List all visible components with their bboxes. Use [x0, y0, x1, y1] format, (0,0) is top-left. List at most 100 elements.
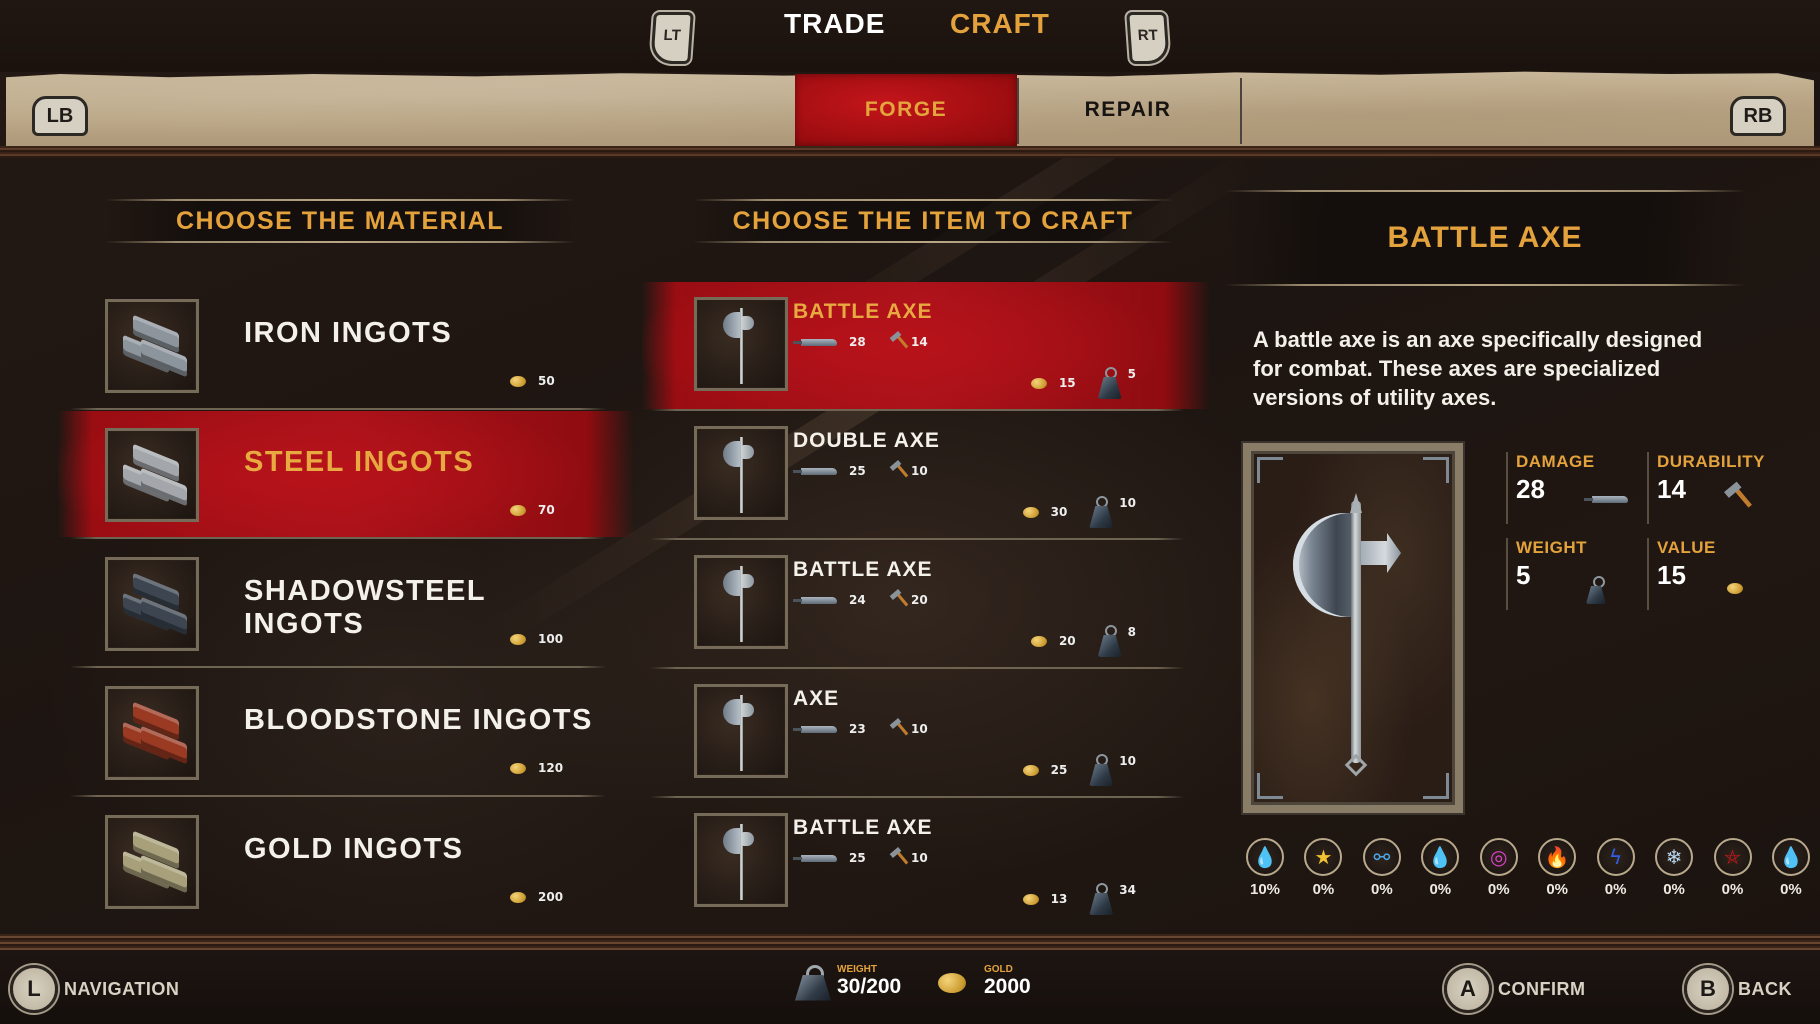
tab-trade[interactable]: TRADE: [784, 8, 885, 40]
back-button[interactable]: B BACK: [1684, 965, 1792, 1013]
item-stats: 25 10: [793, 850, 951, 866]
craft-item-row[interactable]: BATTLE AXE 24 20 20 8: [650, 540, 1184, 669]
item-section-title: CHOOSE THE ITEM TO CRAFT: [732, 207, 1134, 235]
resistance-value: 0%: [1429, 881, 1452, 898]
magic-orb-icon: ◎: [1479, 838, 1518, 876]
material-row[interactable]: BLOODSTONE INGOTS 120: [70, 669, 606, 797]
material-row[interactable]: STEEL INGOTS 70: [58, 411, 634, 539]
frame-corner: [1257, 773, 1283, 799]
ingot-icon: [119, 701, 187, 765]
subtab-forge[interactable]: FORGE: [795, 74, 1017, 146]
resistance-item: ⚯ 0%: [1360, 838, 1404, 898]
material-row[interactable]: SHADOWSTEEL INGOTS 100: [70, 540, 606, 668]
resistance-item: 🔥 0%: [1535, 838, 1579, 898]
item-thumbnail: [694, 426, 788, 520]
tab-craft[interactable]: CRAFT: [950, 8, 1050, 40]
material-row[interactable]: IRON INGOTS 50: [70, 282, 606, 410]
a-button-icon: A: [1444, 965, 1492, 1013]
confirm-label: CONFIRM: [1498, 978, 1586, 999]
stat-weight-value: 5: [1516, 560, 1531, 590]
gold-coins-icon: [938, 970, 978, 993]
resistance-item: 💧 10%: [1243, 838, 1287, 898]
rb-bumper-button[interactable]: RB: [1730, 96, 1786, 136]
item-stats: 23 10: [793, 721, 951, 737]
rt-trigger-button[interactable]: RT: [1126, 12, 1170, 64]
stat-value: VALUE 15: [1647, 538, 1787, 610]
fire-icon: 🔥: [1538, 838, 1577, 876]
gold-coin-icon: [510, 374, 532, 387]
material-price-value: 70: [538, 503, 555, 517]
ingot-icon: [119, 830, 187, 894]
material-thumbnail: [105, 428, 199, 522]
item-price-value: 15: [1058, 376, 1076, 390]
material-price-value: 100: [538, 632, 564, 646]
item-cost: 25 10: [1022, 754, 1136, 786]
weight-icon: [1089, 883, 1114, 915]
stat-damage: DAMAGE 28: [1506, 452, 1646, 524]
stat-weight: WEIGHT 5: [1506, 538, 1646, 610]
resistance-value: 0%: [1487, 881, 1510, 898]
material-price: 120: [510, 761, 563, 775]
item-price-value: 20: [1058, 634, 1076, 648]
confirm-button[interactable]: A CONFIRM: [1444, 965, 1586, 1013]
resistance-item: 💧 0%: [1418, 838, 1462, 898]
item-weight: 34: [1089, 883, 1136, 915]
material-row[interactable]: GOLD INGOTS 200: [70, 798, 606, 926]
sword-damage-icon: [793, 596, 837, 604]
stun-stars-icon: ★: [1304, 838, 1343, 876]
row-divider: [70, 537, 606, 539]
subtab-repair[interactable]: REPAIR: [1017, 74, 1239, 146]
item-thumbnail: [694, 297, 788, 391]
craft-item-row[interactable]: AXE 23 10 25 10: [650, 669, 1184, 798]
lightning-icon: ϟ: [1596, 838, 1635, 876]
item-damage: 28: [849, 335, 866, 349]
item-damage: 24: [849, 593, 866, 607]
item-price: 20: [1030, 634, 1076, 648]
item-price: 25: [1022, 763, 1067, 777]
material-price: 70: [510, 503, 555, 517]
item-weight-value: 34: [1119, 883, 1136, 897]
lb-bumper-button[interactable]: LB: [32, 96, 88, 136]
pentagram-icon: ⛤: [1713, 838, 1752, 876]
hammer-durability-icon: [889, 463, 905, 479]
stat-value-label: VALUE: [1657, 538, 1716, 557]
lt-trigger-button[interactable]: LT: [650, 12, 694, 64]
resistance-value: 0%: [1604, 881, 1627, 898]
sword-damage-icon: [793, 854, 837, 862]
item-damage: 25: [849, 851, 866, 865]
resistance-item: ⛤ 0%: [1711, 838, 1755, 898]
material-section-header: CHOOSE THE MATERIAL: [105, 199, 575, 243]
item-weight: 10: [1089, 496, 1136, 528]
craft-item-row[interactable]: DOUBLE AXE 25 10 30 10: [650, 411, 1184, 540]
frame-corner: [1257, 457, 1283, 483]
resistance-item: ϟ 0%: [1594, 838, 1638, 898]
item-name: BATTLE AXE: [793, 816, 933, 839]
material-price: 200: [510, 890, 563, 904]
craft-item-row[interactable]: BATTLE AXE 28 14 15 5: [642, 282, 1210, 411]
hammer-durability-icon: [889, 850, 905, 866]
material-name: STEEL INGOTS: [244, 446, 475, 478]
carry-weight-label: WEIGHT: [837, 964, 877, 975]
bleed-chain-icon: ⚯: [1362, 838, 1401, 876]
carry-weight: WEIGHT 30/200: [795, 964, 901, 999]
material-thumbnail: [105, 815, 199, 909]
material-name: BLOODSTONE INGOTS: [244, 704, 593, 736]
resistance-value: 0%: [1312, 881, 1335, 898]
craft-item-row[interactable]: BATTLE AXE 25 10 13 34: [650, 798, 1184, 927]
resistance-item: ★ 0%: [1301, 838, 1345, 898]
gold-coin-icon: [1022, 763, 1045, 776]
resistance-value: 10%: [1249, 881, 1281, 898]
gold-coin-icon: [510, 890, 532, 903]
resistance-list: 💧 10% ★ 0% ⚯ 0% 💧 0% ◎ 0% 🔥 0% ϟ 0% ❄ 0% ⛤ 0% 💧 0%: [1243, 838, 1813, 898]
resistance-value: 0%: [1721, 881, 1744, 898]
axe-icon: [711, 302, 771, 386]
item-description: A battle axe is an axe specifically desi…: [1253, 327, 1703, 410]
bottom-rail-divider: [0, 934, 1820, 950]
material-thumbnail: [105, 299, 199, 393]
item-name: DOUBLE AXE: [793, 429, 940, 452]
gold-coin-icon: [1022, 892, 1045, 905]
item-section-header: CHOOSE THE ITEM TO CRAFT: [693, 199, 1173, 243]
weight-icon: [795, 964, 831, 999]
item-cost: 15 5: [1030, 367, 1136, 399]
item-cost: 20 8: [1030, 625, 1136, 657]
